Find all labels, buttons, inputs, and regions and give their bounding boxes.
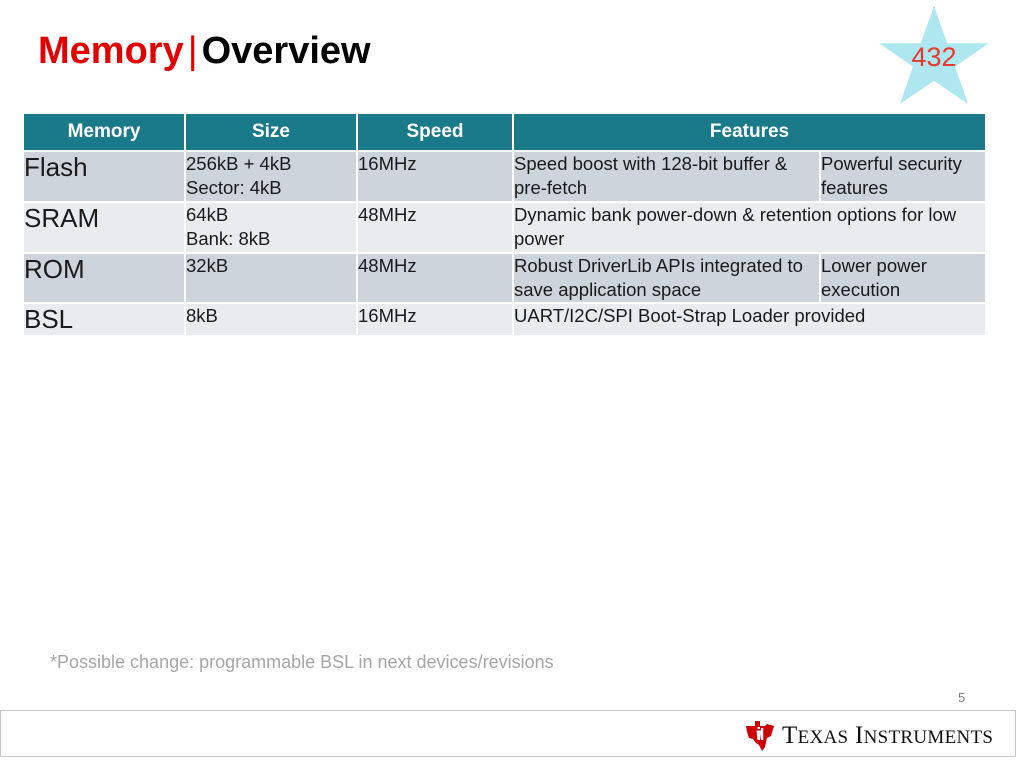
cell-feature: UART/I2C/SPI Boot-Strap Loader provided (514, 304, 986, 336)
cell-size: 8kB (186, 304, 356, 336)
cell-feature: Speed boost with 128-bit buffer & pre-fe… (514, 152, 819, 201)
page-title-primary: Memory (38, 30, 184, 72)
footnote: *Possible change: programmable BSL in ne… (50, 652, 554, 672)
cell-speed: 16MHz (358, 152, 512, 201)
cell-speed: 48MHz (358, 202, 512, 252)
cell-size: 32kB (186, 253, 356, 303)
table-row: BSL 8kB 16MHz UART/I2C/SPI Boot-Strap Lo… (24, 304, 986, 336)
memory-overview-table: Memory Size Speed Features Flash 256kB +… (22, 112, 987, 337)
cell-size: 256kB + 4kB Sector: 4kB (186, 152, 356, 201)
cell-size: 64kB Bank: 8kB (186, 202, 356, 252)
cell-feature: Robust DriverLib APIs integrated to save… (514, 253, 819, 303)
cell-size-line1: 32kB (186, 254, 229, 276)
table-row: ROM 32kB 48MHz Robust DriverLib APIs int… (24, 253, 986, 303)
cell-size-line1: 8kB (186, 305, 218, 327)
texas-instruments-logo: TEXAS INSTRUMENTS (745, 716, 993, 754)
column-header-memory: Memory (24, 114, 184, 150)
cell-memory-name: Flash (24, 152, 184, 201)
table-row: SRAM 64kB Bank: 8kB 48MHz Dynamic bank p… (24, 202, 986, 252)
cell-speed: 16MHz (358, 304, 512, 336)
table-row: Flash 256kB + 4kB Sector: 4kB 16MHz Spee… (24, 152, 986, 201)
page-title: Memory | Overview (38, 32, 371, 70)
logo-text-exas: EXAS (797, 726, 849, 748)
slide-number: 5 (958, 690, 966, 705)
column-header-speed: Speed (358, 114, 512, 150)
table-header-row: Memory Size Speed Features (24, 114, 986, 150)
cell-size-line2: Bank: 8kB (186, 228, 271, 250)
logo-text-t: T (782, 721, 798, 749)
cell-speed: 48MHz (358, 253, 512, 303)
cell-memory-name: SRAM (24, 202, 184, 252)
texas-instruments-wordmark: TEXAS INSTRUMENTS (782, 723, 993, 748)
cell-size-line1: 64kB (186, 203, 229, 225)
logo-text-i: I (854, 721, 864, 749)
cell-feature-extra: Lower power execution (821, 253, 986, 303)
column-header-features: Features (514, 114, 986, 150)
cell-memory-name: ROM (24, 253, 184, 303)
cell-feature: Dynamic bank power-down & retention opti… (514, 202, 986, 252)
column-header-size: Size (186, 114, 356, 150)
page-title-separator: | (187, 30, 198, 72)
ti-texas-mark-icon (746, 721, 774, 751)
cell-memory-name: BSL (24, 304, 184, 336)
star-badge: 432 (878, 6, 990, 112)
cell-feature-extra: Powerful security features (821, 152, 986, 201)
star-badge-label: 432 (911, 42, 957, 72)
cell-size-line1: 256kB + 4kB (186, 153, 292, 174)
logo-text-nstruments: NSTRUMENTS (863, 726, 994, 748)
page-title-secondary: Overview (201, 30, 371, 72)
cell-size-line2: Sector: 4kB (186, 177, 282, 199)
